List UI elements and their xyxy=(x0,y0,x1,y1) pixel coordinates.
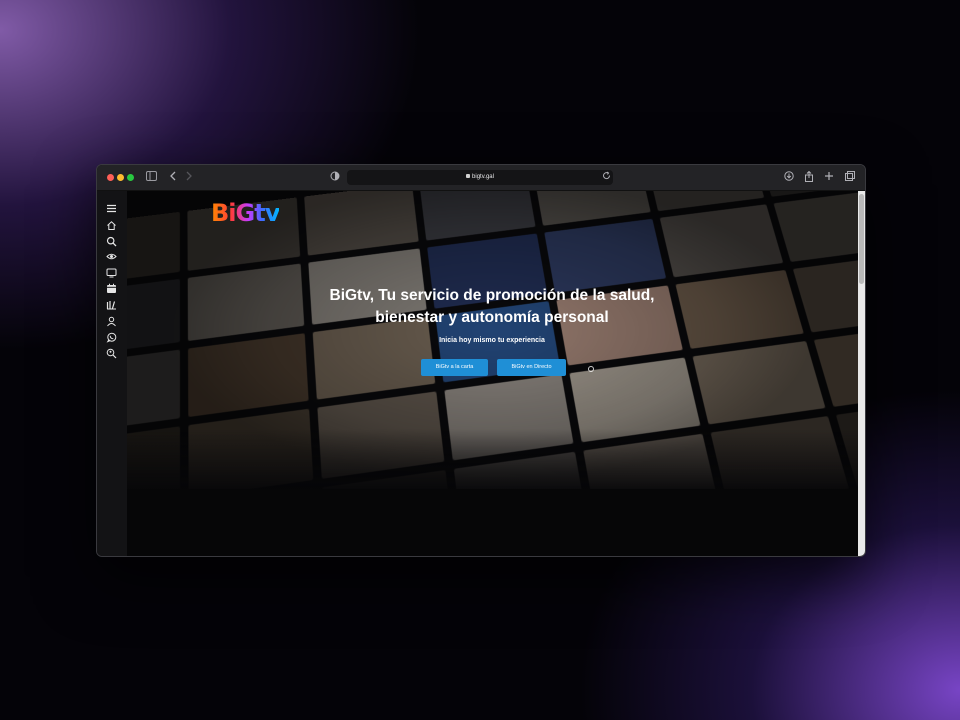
hero-title: BiGtv, Tu servicio de promoción de la sa… xyxy=(329,287,655,326)
hero-section: BiGtv BiGtv, Tu servicio de promoción de… xyxy=(127,191,858,489)
browser-window: bigtv.gal BiGtv BiGtv, Tu servicio de pr… xyxy=(96,164,866,557)
tabs-overview-icon[interactable] xyxy=(844,171,856,183)
whatsapp-icon[interactable] xyxy=(106,332,117,343)
page-scrollbar[interactable] xyxy=(858,191,865,556)
home-icon[interactable] xyxy=(106,220,117,231)
site-sidebar xyxy=(97,191,127,556)
new-tab-icon[interactable] xyxy=(823,171,835,183)
scroll-thumb[interactable] xyxy=(859,194,864,284)
address-url: bigtv.gal xyxy=(472,174,494,180)
back-icon[interactable] xyxy=(167,171,179,183)
loading-indicator xyxy=(588,366,594,372)
hero-subtitle: Inicia hoy mismo tu experiencia xyxy=(439,337,545,344)
forward-icon[interactable] xyxy=(183,171,195,183)
bigtv-logo[interactable]: BiGtv xyxy=(211,199,317,227)
library-icon[interactable] xyxy=(106,299,117,310)
share-icon[interactable] xyxy=(803,170,815,183)
address-bar[interactable]: bigtv.gal xyxy=(347,170,613,185)
menu-icon[interactable] xyxy=(106,203,117,214)
reload-icon[interactable] xyxy=(601,171,611,183)
tv-icon[interactable] xyxy=(106,267,117,278)
sidebar-toggle-icon[interactable] xyxy=(145,171,157,183)
browser-toolbar: bigtv.gal xyxy=(97,165,865,191)
close-window-button[interactable] xyxy=(107,174,114,181)
zoom-window-button[interactable] xyxy=(127,174,134,181)
logo-text: BiGtv xyxy=(211,199,280,227)
en-directo-button[interactable]: BiGtv en Directo xyxy=(497,359,566,376)
minimize-window-button[interactable] xyxy=(117,174,124,181)
privacy-shield-icon[interactable] xyxy=(329,171,341,183)
user-search-icon[interactable] xyxy=(106,348,117,359)
content-area xyxy=(127,489,858,556)
download-icon[interactable] xyxy=(783,171,795,183)
calendar-icon[interactable] xyxy=(106,283,117,294)
eye-icon[interactable] xyxy=(106,251,117,262)
user-icon[interactable] xyxy=(106,316,117,327)
lock-icon xyxy=(466,174,471,178)
search-icon[interactable] xyxy=(106,236,117,247)
a-la-carta-button[interactable]: BiGtv a la carta xyxy=(421,359,488,376)
